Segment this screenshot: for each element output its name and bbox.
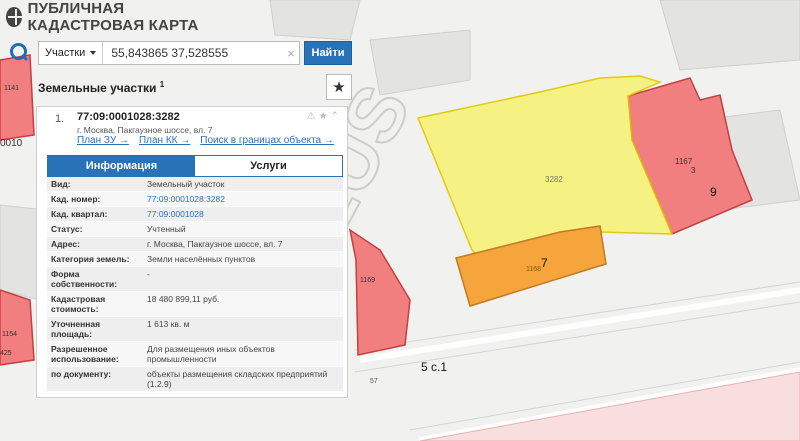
info-table: Вид: Земельный участок Кад. номер: 77:09:00… <box>47 177 343 392</box>
card-actions: ⚠ ★ ⌃ <box>307 111 339 122</box>
info-value: - <box>147 269 150 279</box>
info-key: Статус: <box>51 224 83 234</box>
info-row: Вид: Земельный участок <box>47 177 343 192</box>
cadastral-logo-icon <box>6 7 24 27</box>
address-label-57: 57 <box>370 378 378 385</box>
info-value: Земли населённых пунктов <box>147 254 256 264</box>
parcel-card: 1. 77:09:0001028:3282 г. Москва, Пакгауз… <box>36 106 348 398</box>
tab-services[interactable]: Услуги <box>195 156 342 176</box>
chevron-down-icon <box>90 51 97 55</box>
info-value: Учтенный <box>147 224 186 234</box>
link-plan-zu[interactable]: План ЗУ → <box>77 135 129 146</box>
info-row: Категория земель: Земли населённых пункто… <box>47 252 343 267</box>
card-tabs: Информация Услуги <box>47 155 343 177</box>
star-outline-icon[interactable]: ★ <box>319 111 328 122</box>
info-row: Статус: Учтенный <box>47 222 343 237</box>
info-value: Для размещения иных объектов промышленно… <box>147 344 275 364</box>
info-value: Земельный участок <box>147 179 225 189</box>
info-key: Кадастровая стоимость: <box>51 294 106 314</box>
info-key: Разрешенное использование: <box>51 344 119 364</box>
card-cad-id[interactable]: 77:09:0001028:3282 <box>77 111 180 123</box>
info-row: Кад. номер: 77:09:0001028:3282 <box>47 192 343 207</box>
info-value: 1 613 кв. м <box>147 319 190 329</box>
star-icon: ★ <box>332 79 346 96</box>
search-input[interactable] <box>103 42 283 64</box>
address-label-5c1: 5 с.1 <box>421 360 447 374</box>
parcel-label: 3282 <box>545 175 563 184</box>
card-address: г. Москва, Пакгаузное шоссе, вл. 7 <box>77 125 213 135</box>
info-key: Кад. квартал: <box>51 209 108 219</box>
info-row: Кад. квартал: 77:09:0001028 <box>47 207 343 222</box>
info-row: Форма собственности: - <box>47 267 343 292</box>
info-value: 18 480 899,11 руб. <box>147 294 220 304</box>
info-row: Адрес: г. Москва, Пакгаузное шоссе, вл. 7 <box>47 237 343 252</box>
tab-info[interactable]: Информация <box>48 156 195 176</box>
search-box: Участки × <box>38 41 300 65</box>
search-type-select[interactable]: Участки <box>39 42 104 64</box>
info-key: Адрес: <box>51 239 80 249</box>
info-key: Вид: <box>51 179 71 189</box>
info-value: г. Москва, Пакгаузное шоссе, вл. 7 <box>147 239 283 249</box>
info-value[interactable]: 77:09:0001028 <box>143 207 343 221</box>
info-row: по документу: объекты размещения складски… <box>47 367 343 392</box>
find-button[interactable]: Найти <box>304 41 352 65</box>
search-panel: Участки × Найти Земельные участки 1 ★ 1.… <box>0 34 358 400</box>
chevron-up-icon[interactable]: ⌃ <box>331 111 339 122</box>
building-label-1167: 1167 <box>675 157 693 166</box>
building-label-1167-sub: 3 <box>691 166 696 175</box>
card-links: План ЗУ → План КК → Поиск в границах объ… <box>77 135 334 146</box>
info-row: Разрешенное использование: Для размещения… <box>47 342 343 367</box>
building-label-1169: 1169 <box>360 277 375 284</box>
link-plan-kk[interactable]: План КК → <box>139 135 190 146</box>
search-type-label: Участки <box>45 47 86 59</box>
info-row: Кадастровая стоимость: 18 480 899,11 руб. <box>47 292 343 317</box>
info-value: объекты размещения складских предприятий… <box>147 369 328 389</box>
results-header: Земельные участки 1 ★ <box>6 74 352 100</box>
results-title-text: Земельные участки <box>38 80 157 95</box>
warning-icon[interactable]: ⚠ <box>307 111 316 122</box>
results-title: Земельные участки 1 <box>6 80 164 95</box>
app-title: ПУБЛИЧНАЯ КАДАСТРОВАЯ КАРТА <box>27 0 199 34</box>
info-key: Форма собственности: <box>51 269 118 289</box>
info-key: Категория земель: <box>51 254 130 264</box>
app-header: ПУБЛИЧНАЯ КАДАСТРОВАЯ КАРТА <box>0 0 240 34</box>
results-count: 1 <box>159 79 165 89</box>
favorites-button[interactable]: ★ <box>326 74 352 100</box>
link-search-in-bounds[interactable]: Поиск в границах объекта → <box>200 135 334 146</box>
info-row: Уточненная площадь: 1 613 кв. м <box>47 317 343 342</box>
building-label-9: 9 <box>710 185 717 199</box>
info-value[interactable]: 77:09:0001028:3282 <box>143 192 343 206</box>
search-row: Участки × Найти <box>6 40 352 66</box>
building-label-7: 7 <box>541 256 548 270</box>
card-number: 1. <box>55 113 65 125</box>
info-key: Кад. номер: <box>51 194 101 204</box>
info-key: Уточненная площадь: <box>51 319 101 339</box>
search-icon[interactable] <box>6 40 32 66</box>
close-icon[interactable]: × <box>283 46 299 61</box>
info-key: по документу: <box>51 369 112 379</box>
building-label-1168: 1168 <box>526 266 541 273</box>
